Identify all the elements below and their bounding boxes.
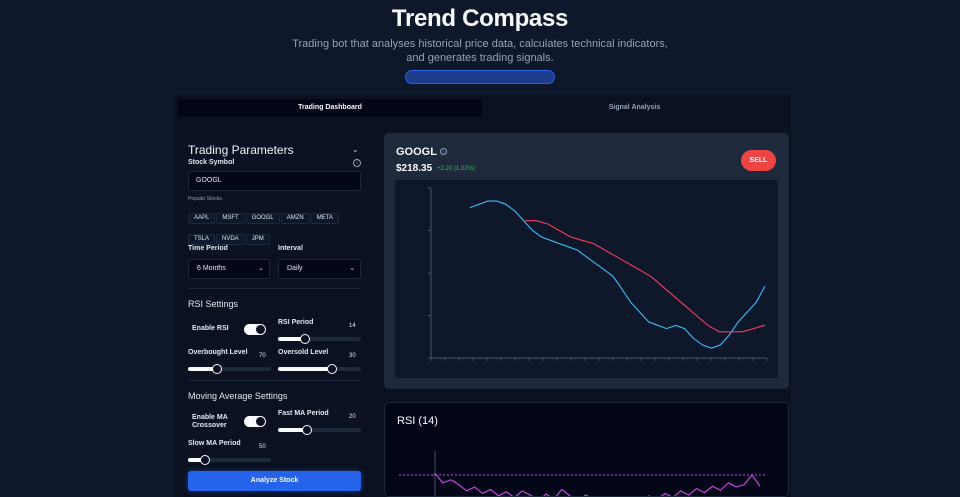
price-chart-svg — [428, 187, 768, 361]
slow-ma-label: Slow MA Period — [188, 440, 241, 447]
stock-chip[interactable]: AMZN — [280, 213, 310, 224]
interval-select[interactable]: Daily ⌄ — [278, 259, 361, 279]
ma-settings-title: Moving Average Settings — [188, 391, 288, 401]
interval-label: Interval — [278, 245, 303, 252]
stock-chip[interactable]: JPM — [245, 234, 270, 245]
slow-ma-line — [525, 220, 766, 333]
rsi-period-label: RSI Period — [278, 319, 314, 326]
tab-trading-dashboard[interactable]: Trading Dashboard — [178, 99, 482, 117]
fast-ma-label: Fast MA Period — [278, 410, 329, 417]
enable-rsi-toggle[interactable] — [244, 324, 266, 335]
rsi-period-value: 14 — [349, 323, 356, 329]
stock-symbol-input[interactable]: GOOGL — [188, 171, 361, 191]
stock-chip[interactable]: GOOGL — [245, 213, 280, 224]
rsi-chart-svg — [399, 451, 767, 496]
slow-ma-value: 50 — [259, 444, 266, 450]
trading-parameters-panel: Trading Parameters ⌄ Stock Symbol i GOOG… — [182, 135, 365, 497]
slider-thumb[interactable] — [212, 364, 223, 374]
oversold-slider[interactable] — [278, 364, 361, 374]
chevron-down-icon: ⌄ — [258, 265, 264, 272]
stock-symbol-heading: GOOGL — [396, 146, 437, 158]
divider — [188, 380, 361, 381]
stock-chip[interactable]: META — [310, 213, 339, 224]
app-panel: Trading Dashboard Signal Analysis Tradin… — [174, 95, 791, 497]
price-change: +2.20 (1.02%) — [437, 166, 475, 172]
rsi-settings-title: RSI Settings — [188, 299, 239, 309]
fast-ma-line — [469, 200, 766, 349]
overbought-slider[interactable] — [188, 364, 271, 374]
overbought-value: 70 — [259, 353, 266, 359]
fast-ma-value: 20 — [349, 414, 356, 420]
current-price: $218.35 — [396, 163, 433, 174]
time-period-select[interactable]: 6 Months ⌄ — [188, 259, 270, 279]
app-subtitle: Trading bot that analyses historical pri… — [292, 38, 668, 64]
popular-stocks: AAPL MSFT GOOGL AMZN META TSLA NVDA JPM — [188, 206, 364, 248]
ma-crossover-label: Enable MA Crossover — [192, 414, 228, 429]
chevron-down-icon[interactable]: ⌄ — [352, 145, 359, 154]
time-period-label: Time Period — [188, 245, 228, 252]
hero-header: Trend Compass Trading bot that analyses … — [0, 0, 960, 84]
time-period-value: 6 Months — [197, 265, 226, 272]
params-title: Trading Parameters — [188, 143, 294, 157]
info-icon[interactable]: i — [353, 159, 361, 167]
overbought-label: Overbought Level — [188, 349, 248, 356]
rsi-period-slider[interactable] — [278, 334, 361, 344]
rsi-chart-card: RSI (14) — [384, 402, 789, 497]
slow-ma-slider[interactable] — [188, 455, 271, 465]
oversold-value: 30 — [349, 353, 356, 359]
oversold-label: Oversold Level — [278, 349, 329, 356]
tab-signal-analysis[interactable]: Signal Analysis — [482, 99, 787, 117]
signal-badge: SELL — [741, 150, 776, 171]
stock-chip[interactable]: NVDA — [216, 234, 245, 245]
stock-chip[interactable]: AAPL — [188, 213, 216, 224]
fast-ma-slider[interactable] — [278, 425, 361, 435]
divider — [188, 288, 361, 289]
info-icon[interactable]: i — [440, 148, 447, 155]
tab-bar: Trading Dashboard Signal Analysis — [178, 99, 787, 117]
interval-value: Daily — [287, 265, 303, 272]
stock-symbol-label: Stock Symbol — [188, 159, 235, 166]
price-chart-card: GOOGL i $218.35 +2.20 (1.02%) SELL — [384, 133, 789, 389]
rsi-line — [434, 473, 761, 496]
price-chart[interactable] — [395, 180, 778, 378]
popular-stocks-label: Popular Stocks: — [188, 196, 224, 202]
enable-rsi-label: Enable RSI — [192, 325, 229, 332]
slider-fill — [278, 367, 332, 371]
source-link-pill[interactable] — [405, 70, 555, 84]
ma-crossover-toggle[interactable] — [244, 416, 266, 427]
slider-thumb[interactable] — [300, 334, 311, 344]
slider-thumb[interactable] — [199, 455, 210, 465]
slider-thumb[interactable] — [326, 364, 337, 374]
slider-thumb[interactable] — [302, 425, 313, 435]
chevron-down-icon: ⌄ — [349, 265, 355, 272]
app-title: Trend Compass — [391, 5, 569, 32]
analyze-stock-button[interactable]: Analyze Stock — [188, 471, 361, 491]
stock-chip[interactable]: MSFT — [216, 213, 245, 224]
stock-chip[interactable]: TSLA — [188, 234, 216, 245]
